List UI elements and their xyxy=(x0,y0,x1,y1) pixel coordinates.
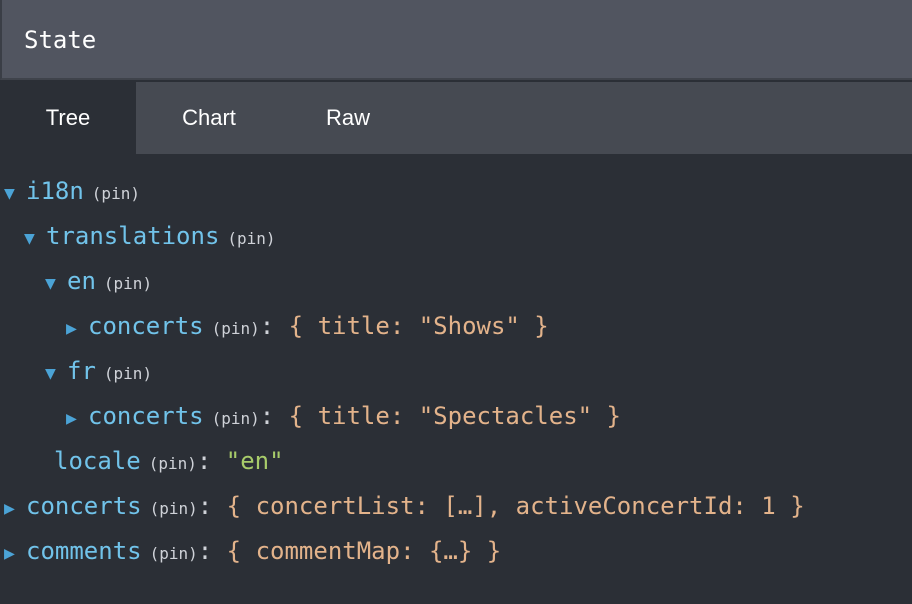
expanded-arrow-icon[interactable]: ▼ xyxy=(45,264,67,304)
node-preview: { title: "Shows" } xyxy=(288,312,549,340)
node-key: concerts xyxy=(88,312,204,340)
node-value: "en" xyxy=(225,447,284,475)
node-preview: { title: "Spectacles" } xyxy=(288,402,622,430)
tab-chart[interactable]: Chart xyxy=(136,82,282,154)
collapsed-arrow-icon[interactable]: ▶ xyxy=(4,534,26,574)
node-key: concerts xyxy=(88,402,204,430)
pin-link[interactable]: (pin) xyxy=(227,229,275,248)
node-preview: { commentMap: {…} } xyxy=(226,537,502,565)
collapsed-arrow-icon[interactable]: ▶ xyxy=(66,309,88,349)
pin-link[interactable]: (pin) xyxy=(104,274,152,293)
node-preview: { concertList: […], activeConcertId: 1 } xyxy=(226,492,805,520)
pin-link[interactable]: (pin) xyxy=(212,319,260,338)
node-key: fr xyxy=(67,357,96,385)
colon: : xyxy=(259,402,289,430)
collapsed-arrow-icon[interactable]: ▶ xyxy=(66,399,88,439)
panel-header: State xyxy=(0,0,912,80)
tree-node-en[interactable]: ▼ en (pin) xyxy=(45,261,152,301)
node-key: translations xyxy=(46,222,220,250)
tree-node-locale[interactable]: locale (pin): "en" xyxy=(54,441,284,481)
node-key: locale xyxy=(54,447,141,475)
state-tree: ▼ i18n (pin) ▼ translations (pin) ▼ en (pin) ▶… xyxy=(0,154,912,604)
tree-node-concerts[interactable]: ▶ concerts (pin): { concertList: […], acti… xyxy=(4,486,805,526)
tree-node-fr-concerts[interactable]: ▶ concerts (pin): { title: "Spectacles" } xyxy=(66,396,621,436)
tab-raw[interactable]: Raw xyxy=(282,82,414,154)
node-key: i18n xyxy=(26,177,84,205)
tab-tree[interactable]: Tree xyxy=(0,82,136,154)
pin-link[interactable]: (pin) xyxy=(150,499,198,518)
colon: : xyxy=(197,492,227,520)
colon: : xyxy=(259,312,289,340)
colon: : xyxy=(196,447,226,475)
expanded-arrow-icon[interactable]: ▼ xyxy=(4,174,26,214)
tree-node-i18n[interactable]: ▼ i18n (pin) xyxy=(4,171,140,211)
tree-node-fr[interactable]: ▼ fr (pin) xyxy=(45,351,152,391)
tree-node-en-concerts[interactable]: ▶ concerts (pin): { title: "Shows" } xyxy=(66,306,549,346)
colon: : xyxy=(197,537,227,565)
pin-link[interactable]: (pin) xyxy=(92,184,140,203)
tab-bar: Tree Chart Raw xyxy=(0,82,912,154)
tree-node-translations[interactable]: ▼ translations (pin) xyxy=(24,216,276,256)
node-key: en xyxy=(67,267,96,295)
expanded-arrow-icon[interactable]: ▼ xyxy=(24,219,46,259)
pin-link[interactable]: (pin) xyxy=(150,544,198,563)
node-key: concerts xyxy=(26,492,142,520)
pin-link[interactable]: (pin) xyxy=(104,364,152,383)
panel-title: State xyxy=(24,26,97,54)
tree-node-comments[interactable]: ▶ comments (pin): { commentMap: {…} } xyxy=(4,531,501,571)
expanded-arrow-icon[interactable]: ▼ xyxy=(45,354,67,394)
pin-link[interactable]: (pin) xyxy=(212,409,260,428)
collapsed-arrow-icon[interactable]: ▶ xyxy=(4,489,26,529)
node-key: comments xyxy=(26,537,142,565)
pin-link[interactable]: (pin) xyxy=(149,454,197,473)
